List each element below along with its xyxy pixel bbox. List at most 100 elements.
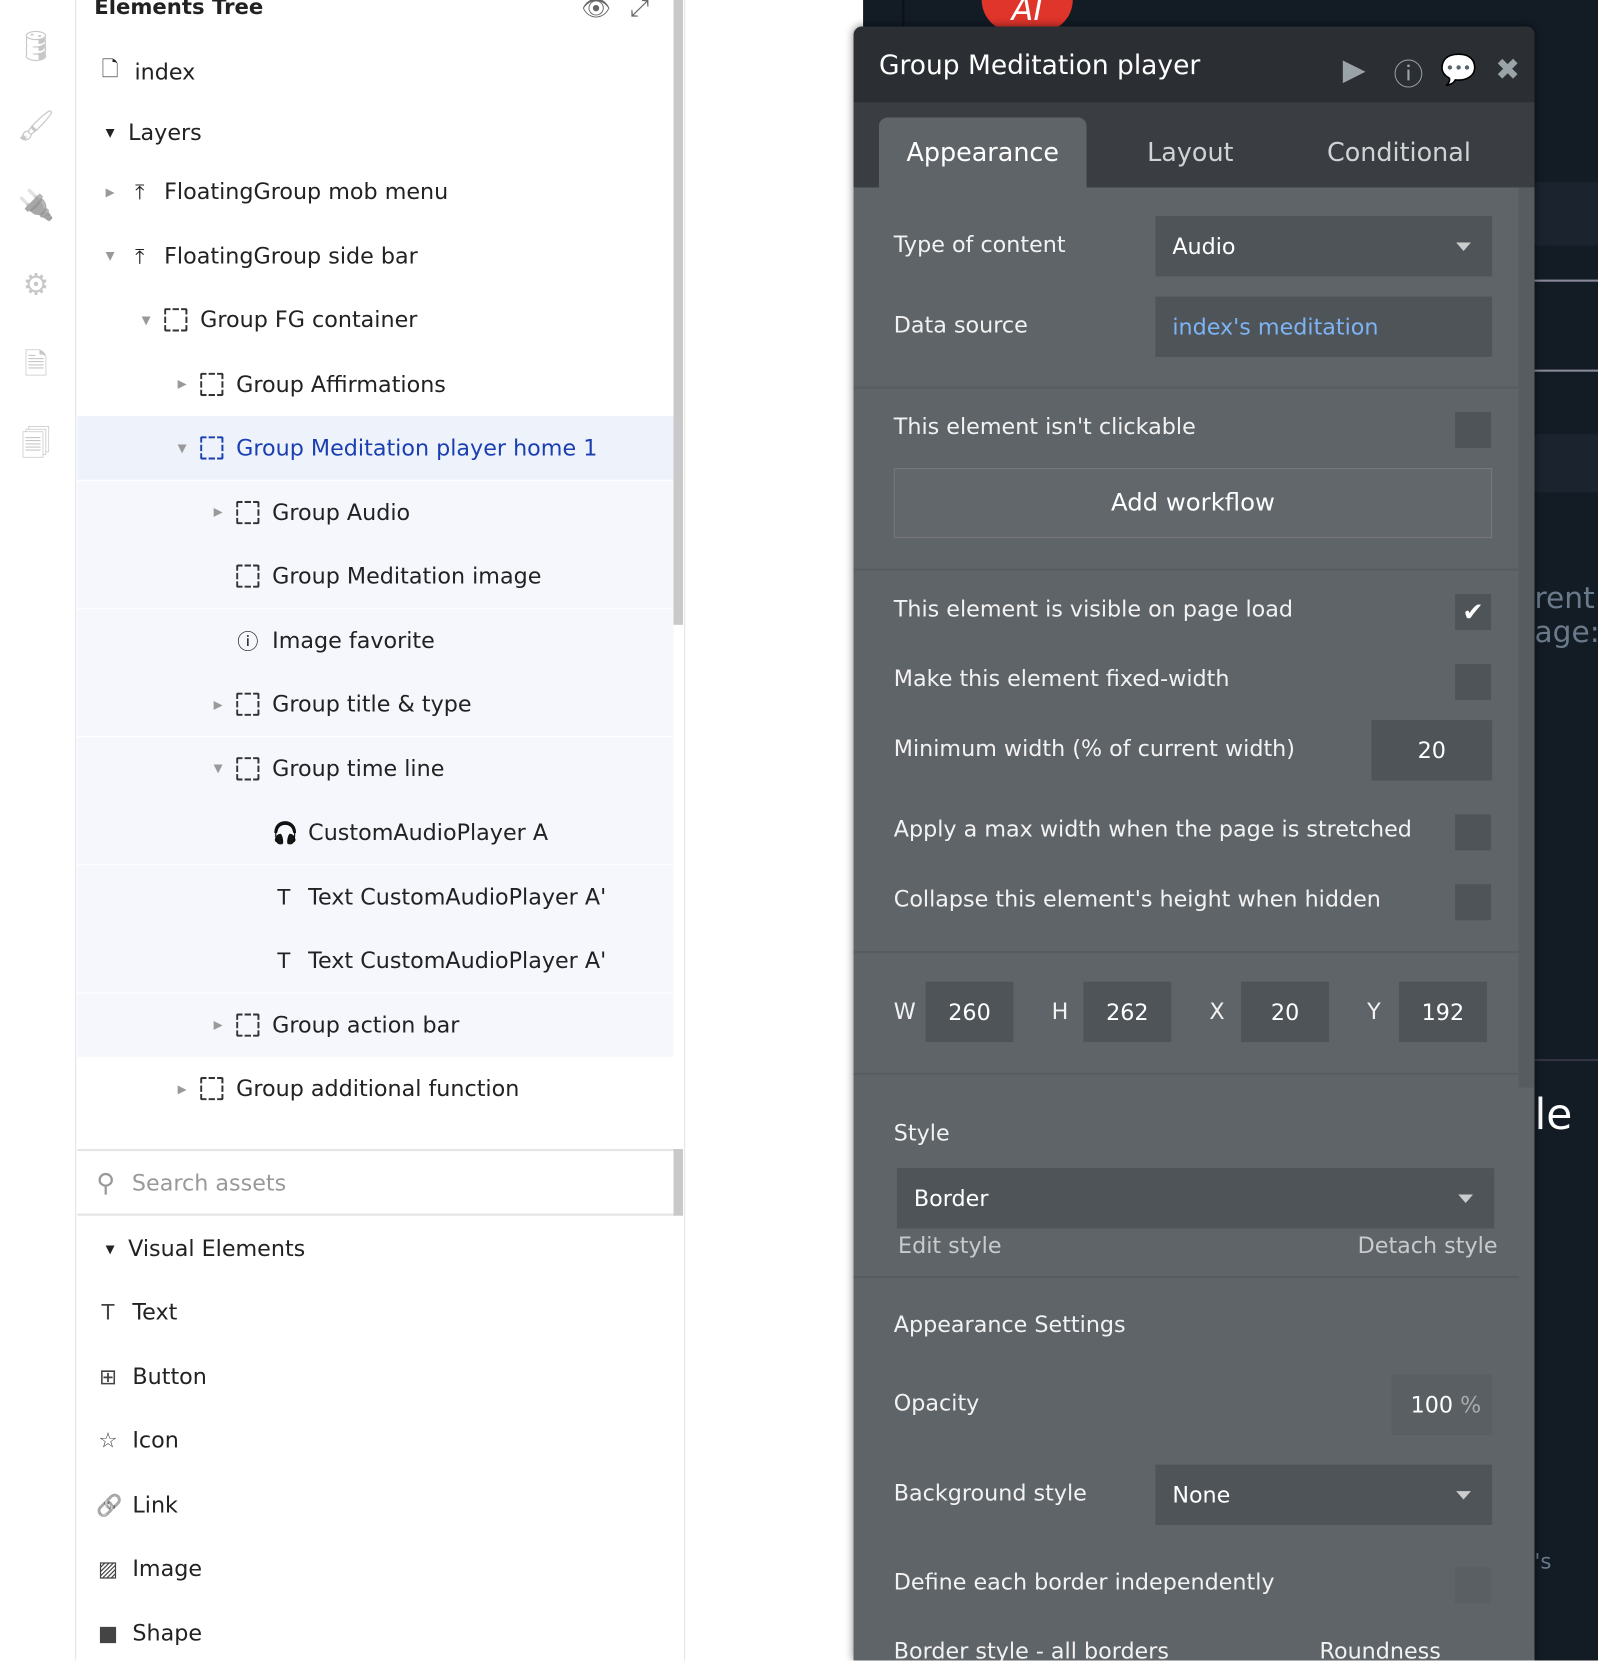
max-width-label: Apply a max width when the page is stret… [893, 816, 1412, 842]
tree-item[interactable]: ▼ Group time line [77, 736, 674, 801]
tree-item[interactable]: T Text CustomAudioPlayer A' [77, 864, 674, 929]
not-clickable-checkbox[interactable] [1455, 411, 1492, 448]
asset-item[interactable]: ⊞ Button [77, 1344, 673, 1408]
canvas-text: 's [1534, 1548, 1552, 1574]
tree-item-label: CustomAudioPlayer A [308, 819, 549, 846]
width-input[interactable]: 260 [925, 981, 1014, 1043]
search-assets-input[interactable]: ⚲ Search assets [77, 1149, 676, 1216]
tree-scrollbar[interactable] [673, 0, 684, 625]
brush-icon[interactable]: 🖌 [17, 107, 55, 145]
play-icon[interactable]: ▶ [1343, 52, 1366, 87]
detach-style-link[interactable]: Detach style [1358, 1233, 1498, 1258]
asset-item[interactable]: ☆ Icon [77, 1408, 673, 1472]
caret-right-icon[interactable]: ▶ [211, 1018, 226, 1032]
asset-label: Icon [132, 1427, 179, 1453]
info-icon: ⓘ [237, 629, 259, 655]
tree-item-label: Group title & type [272, 691, 472, 717]
visible-on-load-checkbox[interactable]: ✔ [1455, 594, 1492, 631]
caret-down-icon[interactable]: ▼ [175, 441, 190, 455]
max-width-checkbox[interactable] [1455, 814, 1492, 851]
assets-scrollbar[interactable] [673, 1149, 684, 1216]
layers-header[interactable]: ▼ Layers [77, 101, 673, 165]
tree-item[interactable]: ▶ Group action bar [77, 992, 674, 1057]
tab-appearance[interactable]: Appearance [878, 117, 1087, 188]
asset-label: Text [132, 1299, 178, 1325]
caret-right-icon[interactable]: ▶ [211, 697, 226, 711]
close-icon[interactable]: ✖ [1495, 52, 1520, 87]
document-icon[interactable]: 🗎 [17, 345, 55, 383]
edit-style-link[interactable]: Edit style [898, 1233, 1001, 1258]
visual-elements-header[interactable]: ▼ Visual Elements [77, 1217, 673, 1281]
tree-item[interactable]: ▶ Group Audio [77, 480, 674, 544]
asset-item[interactable]: ▨ Image [77, 1537, 673, 1601]
star-icon: ☆ [98, 1427, 118, 1453]
caret-right-icon[interactable]: ▶ [103, 185, 118, 199]
panel-scrollbar[interactable] [1518, 187, 1535, 1088]
tree-item[interactable]: ▶ ⤒ FloatingGroup mob menu [77, 160, 673, 224]
type-of-content-dropdown[interactable]: Audio [1155, 216, 1493, 277]
data-source-label: Data source [893, 312, 1028, 338]
asset-label: Image [132, 1555, 203, 1582]
tree-item[interactable]: Group Meditation image [77, 544, 674, 608]
min-width-input[interactable]: 20 [1371, 720, 1493, 781]
tab-conditional[interactable]: Conditional [1298, 118, 1499, 188]
text-icon: T [277, 947, 291, 974]
canvas-text: age:p [1534, 614, 1598, 650]
fixed-width-label: Make this element fixed-width [893, 666, 1230, 692]
expand-icon[interactable]: ⤢ [630, 0, 649, 22]
comment-icon[interactable]: 💬 [1440, 52, 1477, 87]
data-source-field[interactable]: index's meditation [1155, 296, 1493, 357]
caret-down-icon[interactable]: ▼ [139, 313, 154, 327]
tree-item-label: Image favorite [272, 627, 435, 653]
borders-independent-checkbox[interactable] [1455, 1567, 1492, 1604]
tree-item[interactable]: ▶ Group Affirmations [77, 352, 673, 416]
gear-icon[interactable]: ⚙ [17, 266, 55, 304]
tree-item[interactable]: ▼ Group FG container [77, 288, 673, 352]
plug-icon[interactable]: 🔌 [17, 186, 55, 224]
style-dropdown[interactable]: Border [896, 1168, 1495, 1229]
image-icon: ▨ [98, 1555, 119, 1582]
asset-item[interactable]: ■ Shape [77, 1601, 673, 1661]
asset-item[interactable]: T Text [77, 1280, 673, 1344]
shape-icon: ■ [98, 1619, 119, 1646]
y-input[interactable]: 192 [1398, 981, 1487, 1043]
min-width-label: Minimum width (% of current width) [893, 736, 1295, 762]
eye-icon[interactable]: 👁 [581, 0, 611, 22]
caret-right-icon[interactable]: ▶ [175, 377, 190, 391]
tree-item[interactable]: ▶ Group title & type [77, 672, 674, 737]
caret-down-icon: ▼ [105, 125, 115, 140]
tree-item[interactable]: ⓘ Image favorite [77, 608, 674, 672]
icon-sidebar: 🛢 🖌 🔌 ⚙ 🗎 🗐 [0, 0, 77, 1661]
info-icon[interactable]: ⓘ [1394, 52, 1424, 94]
opacity-input[interactable]: 100 % [1391, 1374, 1493, 1435]
group-icon [236, 692, 260, 716]
tree-item[interactable]: 🎧 CustomAudioPlayer A [77, 800, 674, 865]
copy-document-icon[interactable]: 🗐 [17, 425, 55, 463]
style-label: Style [893, 1120, 950, 1146]
tree-item-label: FloatingGroup side bar [164, 243, 418, 269]
caret-down-icon[interactable]: ▼ [103, 249, 118, 263]
height-input[interactable]: 262 [1083, 981, 1172, 1043]
tree-item[interactable]: T Text CustomAudioPlayer A' [77, 928, 674, 993]
tree-item[interactable]: ▶ Group additional function [77, 1057, 673, 1121]
add-workflow-button[interactable]: Add workflow [893, 468, 1493, 538]
tree-item[interactable]: ▼ ⤒ FloatingGroup side bar [77, 224, 673, 288]
tree-page-index[interactable]: 🗋 index [77, 40, 673, 104]
caret-right-icon[interactable]: ▶ [175, 1082, 190, 1096]
x-input[interactable]: 20 [1241, 981, 1330, 1043]
fixed-width-checkbox[interactable] [1455, 663, 1492, 700]
tree-item-label: Group Meditation player home 1 [236, 435, 598, 461]
database-icon[interactable]: 🛢 [17, 28, 55, 66]
caret-down-icon[interactable]: ▼ [211, 761, 226, 775]
tree-item-label: Group FG container [200, 307, 418, 333]
background-style-dropdown[interactable]: None [1155, 1464, 1493, 1525]
link-icon: 🔗 [96, 1491, 123, 1518]
collapse-checkbox[interactable] [1455, 884, 1492, 921]
asset-label: Shape [132, 1619, 203, 1646]
caret-right-icon[interactable]: ▶ [211, 505, 226, 519]
background-style-label: Background style [893, 1480, 1087, 1506]
tree-item[interactable]: ▼ Group Meditation player home 1 [77, 416, 674, 480]
tree-item-label: Text CustomAudioPlayer A' [308, 947, 607, 974]
asset-item[interactable]: 🔗 Link [77, 1473, 673, 1537]
tab-layout[interactable]: Layout [1097, 118, 1283, 188]
